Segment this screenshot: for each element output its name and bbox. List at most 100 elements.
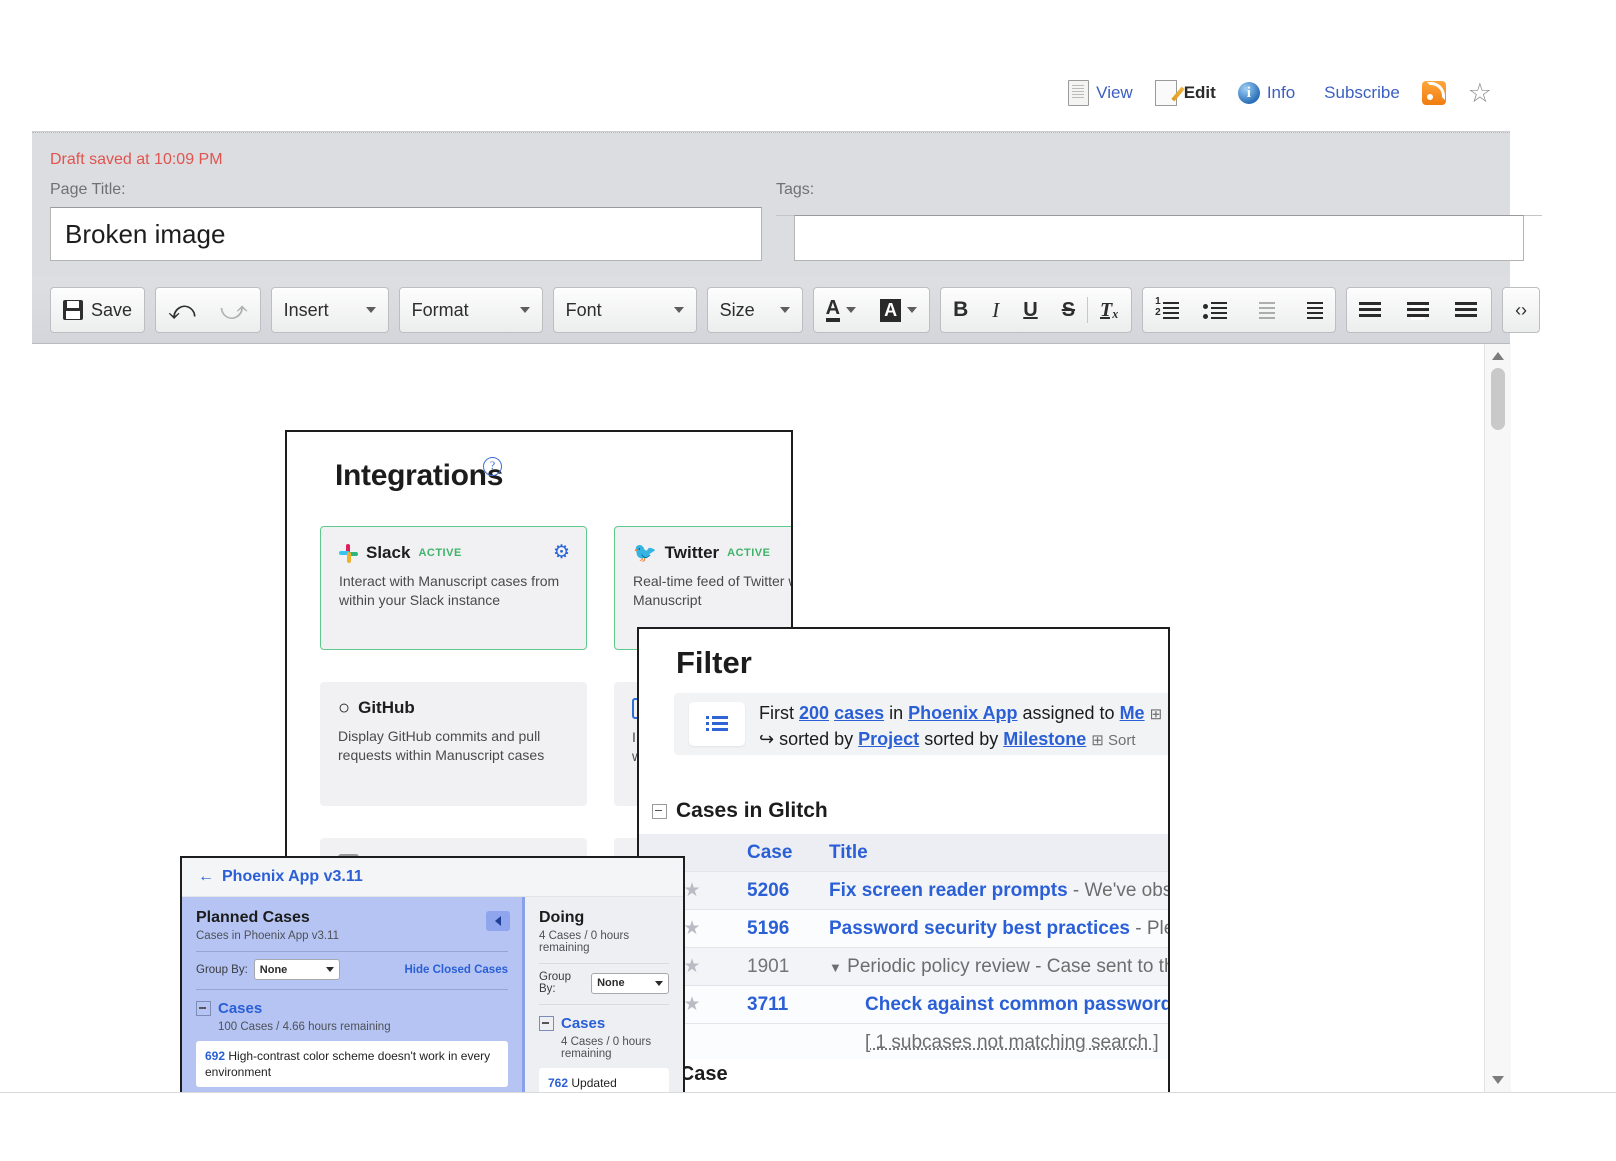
filter-project-link[interactable]: Phoenix App [908, 703, 1017, 723]
star-icon[interactable]: ★ [683, 918, 700, 939]
case-title-cell[interactable]: Password security best practices - Pleas… [823, 918, 1170, 940]
filter-title: Filter [676, 645, 752, 681]
star-icon[interactable]: ★ [683, 994, 700, 1015]
star-icon[interactable]: ★ [683, 956, 700, 977]
source-button[interactable]: ‹› [1503, 289, 1539, 331]
subscribe-action[interactable]: Subscribe [1317, 83, 1400, 103]
bulleted-list-button[interactable] [1191, 289, 1239, 331]
numbered-list-icon [1155, 300, 1179, 320]
case-title-cell[interactable]: Check against common passwords lis [823, 994, 1170, 1016]
case-number[interactable]: 5206 [739, 880, 823, 902]
kanban-breadcrumb[interactable]: ← Phoenix App v3.11 [182, 858, 683, 897]
cases-group-header[interactable]: Cases [539, 1015, 669, 1032]
subcases-note[interactable]: [ 1 subcases not matching search ] [865, 1032, 1159, 1053]
column-header-case[interactable]: Case [739, 842, 823, 864]
group-by-label: Group By: [196, 964, 248, 976]
sort-milestone-link[interactable]: Milestone [1003, 729, 1086, 749]
insert-menu[interactable]: Insert [272, 289, 388, 331]
integration-card-github[interactable]: ○ GitHub Display GitHub commits and pull… [320, 682, 587, 806]
group-by-select[interactable]: None [591, 973, 669, 994]
edit-label: Edit [1184, 83, 1216, 103]
collapse-column-button[interactable] [486, 911, 510, 931]
size-menu[interactable]: Size [708, 289, 802, 331]
strikethrough-button[interactable]: S [1050, 289, 1087, 331]
undo-arrow-icon: ⤺ [168, 297, 196, 323]
background-color-button[interactable]: A [868, 289, 929, 331]
gear-icon[interactable]: ⚙ [553, 541, 570, 564]
tags-input[interactable] [794, 215, 1524, 261]
chevron-down-icon [674, 307, 684, 313]
kanban-card[interactable]: 762 Updated accessibility tes 🐛 ● 3 [539, 1068, 669, 1092]
star-icon[interactable]: ★ [683, 880, 700, 901]
table-row[interactable]: 🐛 ★ 3711 Check against common passwords … [639, 986, 1170, 1024]
undo-button[interactable]: ⤺ [156, 289, 208, 331]
filter-cases-link[interactable]: cases [834, 703, 884, 723]
scroll-up-arrow-icon[interactable] [1492, 352, 1504, 360]
group-by-select[interactable]: None [254, 959, 340, 980]
page-top-margin [0, 0, 1616, 55]
italic-button[interactable]: I [980, 289, 1011, 331]
kanban-window: ← Phoenix App v3.11 Planned Cases Cases … [180, 856, 685, 1092]
case-number[interactable]: 3711 [739, 994, 823, 1016]
cases-table: Case Title 🐛 ★ 5206 Fix screen reader pr… [639, 834, 1170, 1062]
save-button[interactable]: Save [51, 289, 144, 331]
font-menu[interactable]: Font [554, 289, 696, 331]
subscribe-label: Subscribe [1324, 83, 1400, 103]
twitter-icon: 🐦 [633, 544, 657, 563]
numbered-list-button[interactable] [1143, 289, 1191, 331]
text-color-button[interactable]: A [814, 289, 868, 331]
align-right-button[interactable] [1443, 289, 1491, 331]
table-row: [ 1 subcases not matching search ] [639, 1024, 1170, 1062]
cases-group-header[interactable]: Cases [196, 1000, 508, 1017]
hide-closed-cases-link[interactable]: Hide Closed Cases [404, 964, 508, 976]
collapse-icon[interactable] [652, 804, 667, 819]
format-label: Format [412, 300, 469, 321]
grid-icon[interactable]: ⊞ [1150, 706, 1163, 723]
redo-button[interactable]: ⤻ [208, 289, 260, 331]
table-row[interactable]: 🐛 ★ 5206 Fix screen reader prompts - We'… [639, 872, 1170, 910]
case-title-cell[interactable]: Fix screen reader prompts - We've observ [823, 880, 1170, 902]
page-title-input[interactable] [50, 207, 762, 261]
scroll-down-arrow-icon[interactable] [1492, 1076, 1504, 1084]
case-title-cell[interactable]: ▼ Periodic policy review - Case sent to … [823, 956, 1170, 978]
bold-button[interactable]: B [941, 289, 980, 331]
collapse-icon[interactable] [196, 1001, 211, 1016]
table-header-row: Case Title [639, 834, 1170, 872]
filter-list-button[interactable] [689, 702, 745, 746]
outdent-button[interactable] [1239, 289, 1287, 331]
format-menu[interactable]: Format [400, 289, 542, 331]
integration-card-slack[interactable]: Slack ACTIVE Interact with Manuscript ca… [320, 526, 587, 650]
case-number[interactable]: 1901 [739, 956, 823, 978]
case-description: - Please [1130, 918, 1170, 939]
underline-button[interactable]: U [1011, 289, 1049, 331]
help-icon[interactable]: ? [483, 457, 502, 476]
info-action[interactable]: i Info [1238, 82, 1295, 104]
align-left-button[interactable] [1347, 289, 1395, 331]
align-center-button[interactable] [1395, 289, 1443, 331]
expand-caret-icon[interactable]: ▼ [829, 960, 842, 975]
scrollbar-thumb[interactable] [1491, 368, 1505, 430]
indent-button[interactable] [1287, 289, 1335, 331]
document-icon [1068, 80, 1089, 106]
sort-button[interactable]: ⊞ Sort [1091, 732, 1135, 749]
cases-section-header[interactable]: Cases in Glitch [652, 799, 828, 823]
filter-count[interactable]: 200 [799, 703, 829, 723]
rss-icon [1422, 81, 1446, 105]
group-by-label: Group By: [539, 971, 585, 995]
filter-assignee-link[interactable]: Me [1120, 703, 1145, 723]
remove-format-button[interactable]: Tₓ [1088, 289, 1131, 331]
back-arrow-icon[interactable]: ← [198, 868, 214, 886]
editor-canvas[interactable]: Integrations ? Slack ACTIVE Intera [32, 344, 1484, 1092]
case-number[interactable]: 5196 [739, 918, 823, 940]
rss-action[interactable] [1422, 81, 1446, 105]
table-row[interactable]: 💡 ★ 5196 Password security best practice… [639, 910, 1170, 948]
edit-action[interactable]: Edit [1155, 80, 1216, 106]
view-action[interactable]: View [1068, 80, 1133, 106]
sort-project-link[interactable]: Project [858, 729, 919, 749]
favorite-action[interactable]: ☆ [1468, 80, 1492, 107]
column-header-title[interactable]: Title [823, 842, 1170, 864]
kanban-card[interactable]: 692 High-contrast color scheme doesn't w… [196, 1041, 508, 1087]
collapse-icon[interactable] [539, 1016, 554, 1031]
canvas-scrollbar[interactable] [1484, 344, 1511, 1092]
table-row[interactable]: 🐛 ★ 1901 ▼ Periodic policy review - Case… [639, 948, 1170, 986]
